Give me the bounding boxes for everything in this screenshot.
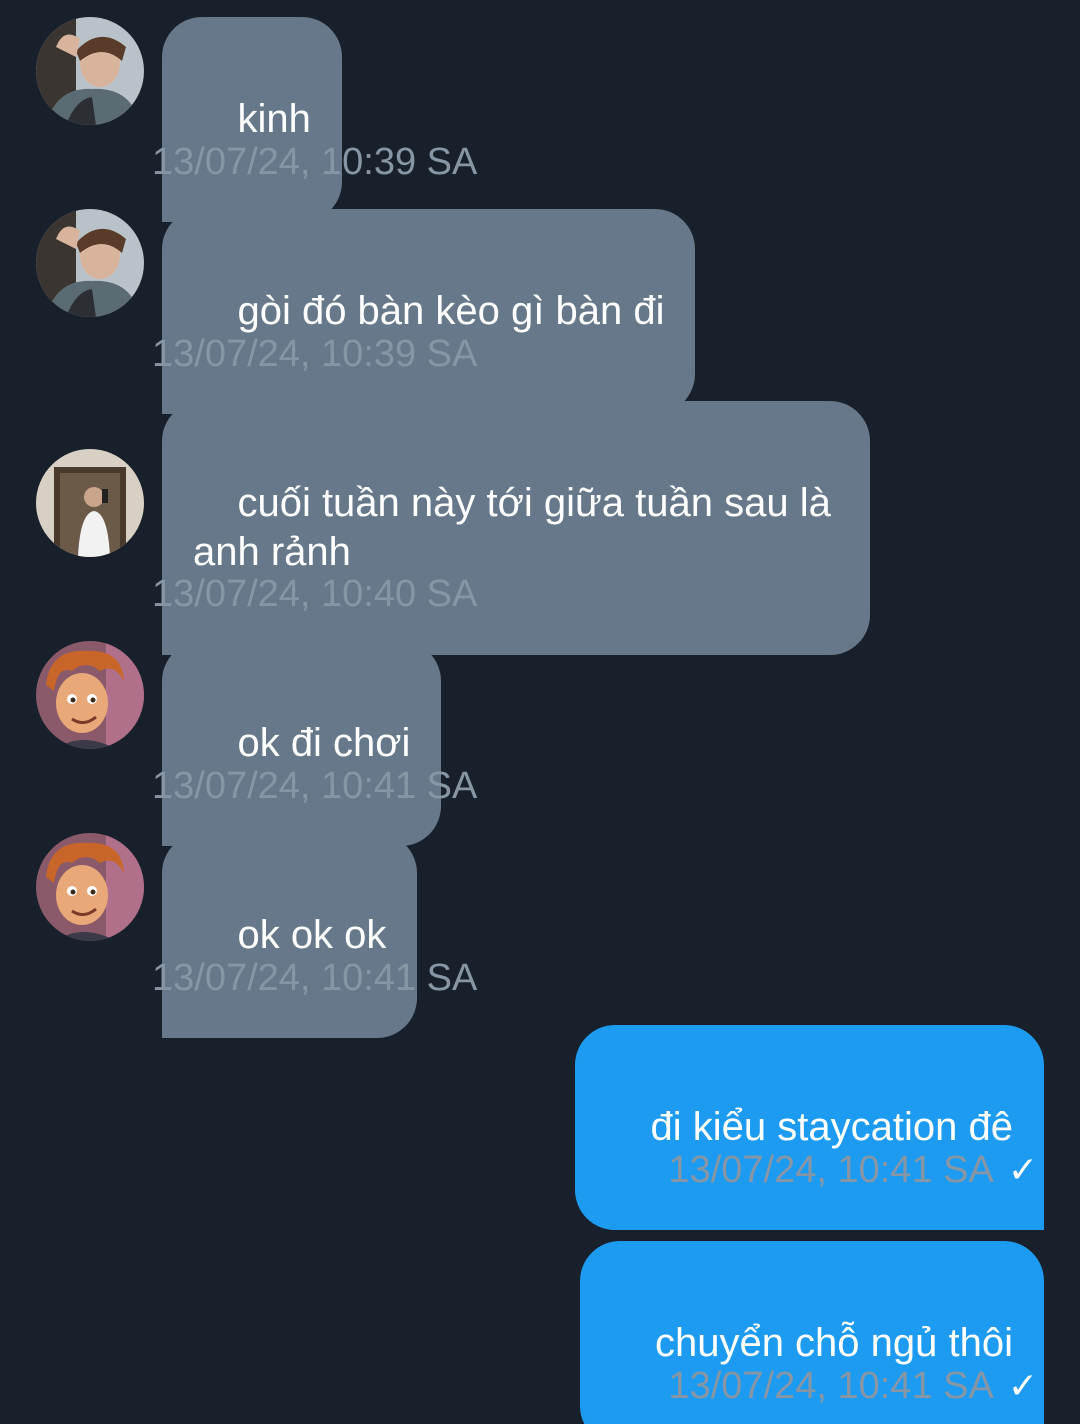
message-bubble[interactable]: gòi đó bàn kèo gì bàn đi [162, 209, 696, 414]
message-text: ok ok ok [237, 913, 387, 957]
message-text: kinh [237, 97, 311, 141]
chat-thread: kinh 13/07/24, 10:39 SA gòi đó bàn kèo g… [0, 0, 1080, 1424]
message-timestamp: 13/07/24, 10:41 SA ✓ [668, 1148, 1038, 1192]
avatar[interactable] [36, 17, 144, 125]
message-timestamp: 13/07/24, 10:39 SA [152, 141, 478, 183]
avatar[interactable] [36, 449, 144, 557]
avatar-photo-icon [36, 209, 144, 317]
message-timestamp: 13/07/24, 10:41 SA [152, 957, 478, 999]
message-timestamp: 13/07/24, 10:41 SA ✓ [668, 1364, 1038, 1408]
message-time: 13/07/24, 10:41 SA [668, 1365, 994, 1407]
check-icon: ✓ [1007, 1149, 1038, 1190]
check-icon: ✓ [1007, 1365, 1038, 1406]
message-timestamp: 13/07/24, 10:39 SA [152, 333, 478, 375]
message-bubble[interactable]: đi kiểu staycation đê [575, 1025, 1044, 1230]
message-time: 13/07/24, 10:41 SA [668, 1149, 994, 1191]
message-text: cuối tuần này tới giữa tuần sau là anh r… [193, 481, 842, 574]
avatar[interactable] [36, 641, 144, 749]
message-text: chuyển chỗ ngủ thôi [654, 1321, 1013, 1365]
message-text: gòi đó bàn kèo gì bàn đi [237, 289, 665, 333]
message-timestamp: 13/07/24, 10:40 SA [152, 573, 478, 615]
message-bubble[interactable]: ok đi chơi [162, 641, 442, 846]
message-bubble[interactable]: cuối tuần này tới giữa tuần sau là anh r… [162, 401, 870, 655]
message-bubble[interactable]: kinh [162, 17, 342, 222]
message-text: đi kiểu staycation đê [650, 1105, 1013, 1149]
message-bubble[interactable]: ok ok ok [162, 833, 418, 1038]
avatar-photo-icon [36, 641, 144, 749]
avatar-photo-icon [36, 449, 144, 557]
message-timestamp: 13/07/24, 10:41 SA [152, 765, 478, 807]
avatar-photo-icon [36, 17, 144, 125]
avatar[interactable] [36, 833, 144, 941]
message-text: ok đi chơi [237, 721, 411, 765]
avatar[interactable] [36, 209, 144, 317]
avatar-photo-icon [36, 833, 144, 941]
